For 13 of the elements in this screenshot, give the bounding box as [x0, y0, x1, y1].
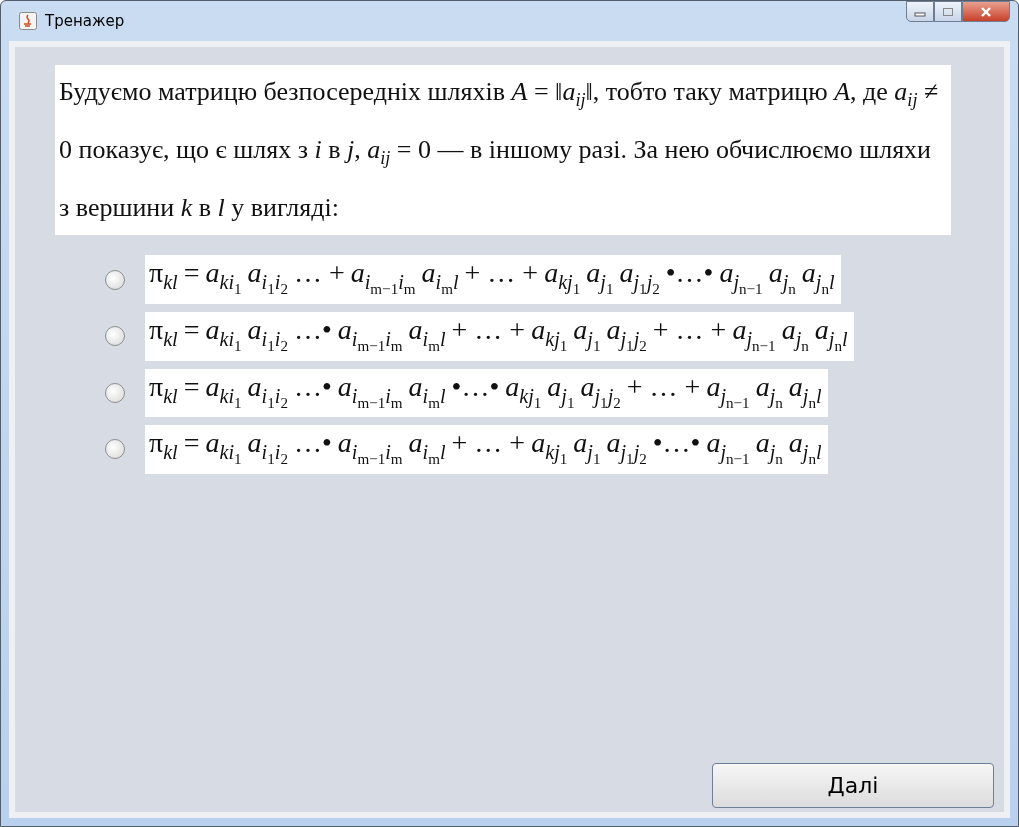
radio-button[interactable]	[105, 439, 125, 460]
maximize-button[interactable]	[934, 1, 962, 22]
minimize-button[interactable]	[906, 1, 934, 22]
question-text: Будуємо матрицю безпосередніх шляхів A = ‖a$_{ij}$‖, тобто таку матрицю A, де a$_{ij}$ ≠ 0 показує, що є шлях з i в j, a$_{ij}$ = 0 — в іншому разі. За нею обчислюємо шляхи з вершини k в l у вигляді:	[55, 65, 951, 236]
close-button[interactable]	[962, 1, 1010, 22]
next-button[interactable]: Далі	[712, 763, 994, 808]
radio-button[interactable]	[105, 326, 125, 347]
maximize-icon	[942, 6, 954, 17]
close-icon	[979, 5, 993, 18]
coffee-cup-icon	[19, 12, 37, 30]
radio-button[interactable]	[105, 382, 125, 403]
window-title: Тренажер	[45, 12, 125, 30]
radio-button[interactable]	[105, 269, 125, 290]
